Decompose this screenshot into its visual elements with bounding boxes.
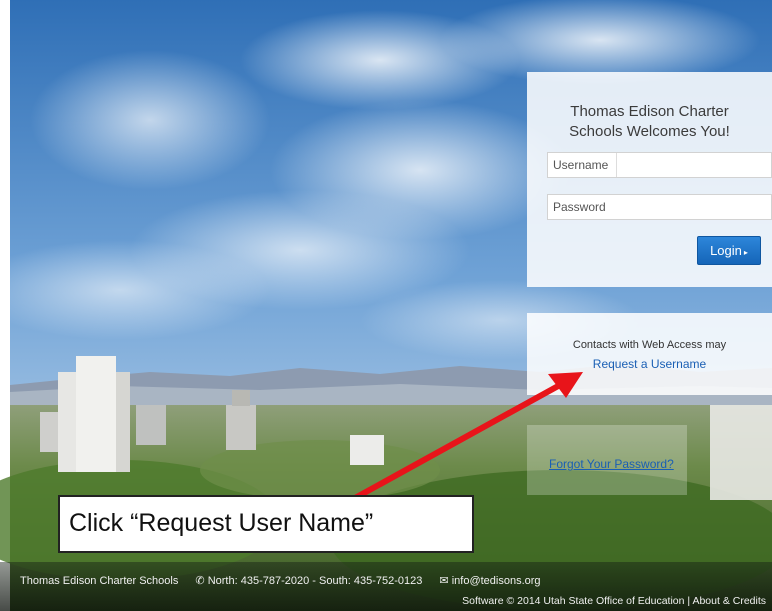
field-divider xyxy=(616,153,617,177)
callout-box: Click “Request User Name” xyxy=(58,495,474,553)
footer-contact: Thomas Edison Charter Schools ✆ North: 4… xyxy=(20,574,541,587)
login-panel: Thomas Edison Charter Schools Welcomes Y… xyxy=(527,72,772,287)
page-frame: Thomas Edison Charter Schools Welcomes Y… xyxy=(0,0,772,611)
welcome-title: Thomas Edison Charter Schools Welcomes Y… xyxy=(527,102,772,142)
username-field[interactable]: Username xyxy=(547,152,772,178)
request-username-link[interactable]: Request a Username xyxy=(527,357,772,371)
callout-text: Click “Request User Name” xyxy=(69,509,374,537)
password-label: Password xyxy=(553,200,606,214)
footer-email-link[interactable]: info@tedisons.org xyxy=(452,575,541,587)
password-field[interactable]: Password xyxy=(547,194,772,220)
footer-school: Thomas Edison Charter Schools xyxy=(20,575,179,587)
request-panel: Contacts with Web Access may Request a U… xyxy=(527,313,772,395)
forgot-password-link[interactable]: Forgot Your Password? xyxy=(549,457,674,471)
footer-software: Software © 2014 Utah State Office of Edu… xyxy=(462,595,766,607)
footer-phone: North: 435-787-2020 - South: 435-752-012… xyxy=(207,575,423,587)
phone-icon: ✆ xyxy=(195,575,205,587)
welcome-title-line2: Schools Welcomes You! xyxy=(569,123,730,140)
footer: Thomas Edison Charter Schools ✆ North: 4… xyxy=(0,562,772,611)
login-button-label: Login xyxy=(710,243,742,258)
forgot-panel: Forgot Your Password? xyxy=(527,425,687,495)
caret-right-icon: ▸ xyxy=(743,248,748,257)
request-text: Contacts with Web Access may xyxy=(572,339,727,351)
username-label: Username xyxy=(553,158,609,172)
welcome-title-line1: Thomas Edison Charter xyxy=(570,103,729,120)
login-button[interactable]: Login ▸ xyxy=(697,236,761,265)
email-icon: ✉ xyxy=(439,575,449,587)
